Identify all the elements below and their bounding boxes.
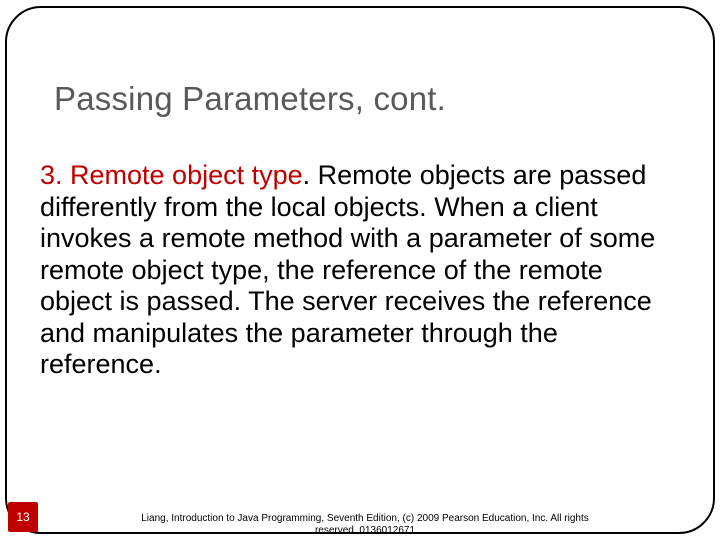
body-text: 3. Remote object type. Remote objects ar… [40,160,680,381]
footer-text: Liang, Introduction to Java Programming,… [130,513,600,536]
slide-title: Passing Parameters, cont. [54,80,446,118]
page-number-badge: 13 [8,502,38,532]
body-rest: . Remote objects are passed differently … [40,160,655,379]
slide: Passing Parameters, cont. 3. Remote obje… [0,0,720,540]
lead-phrase: 3. Remote object type [40,160,303,190]
